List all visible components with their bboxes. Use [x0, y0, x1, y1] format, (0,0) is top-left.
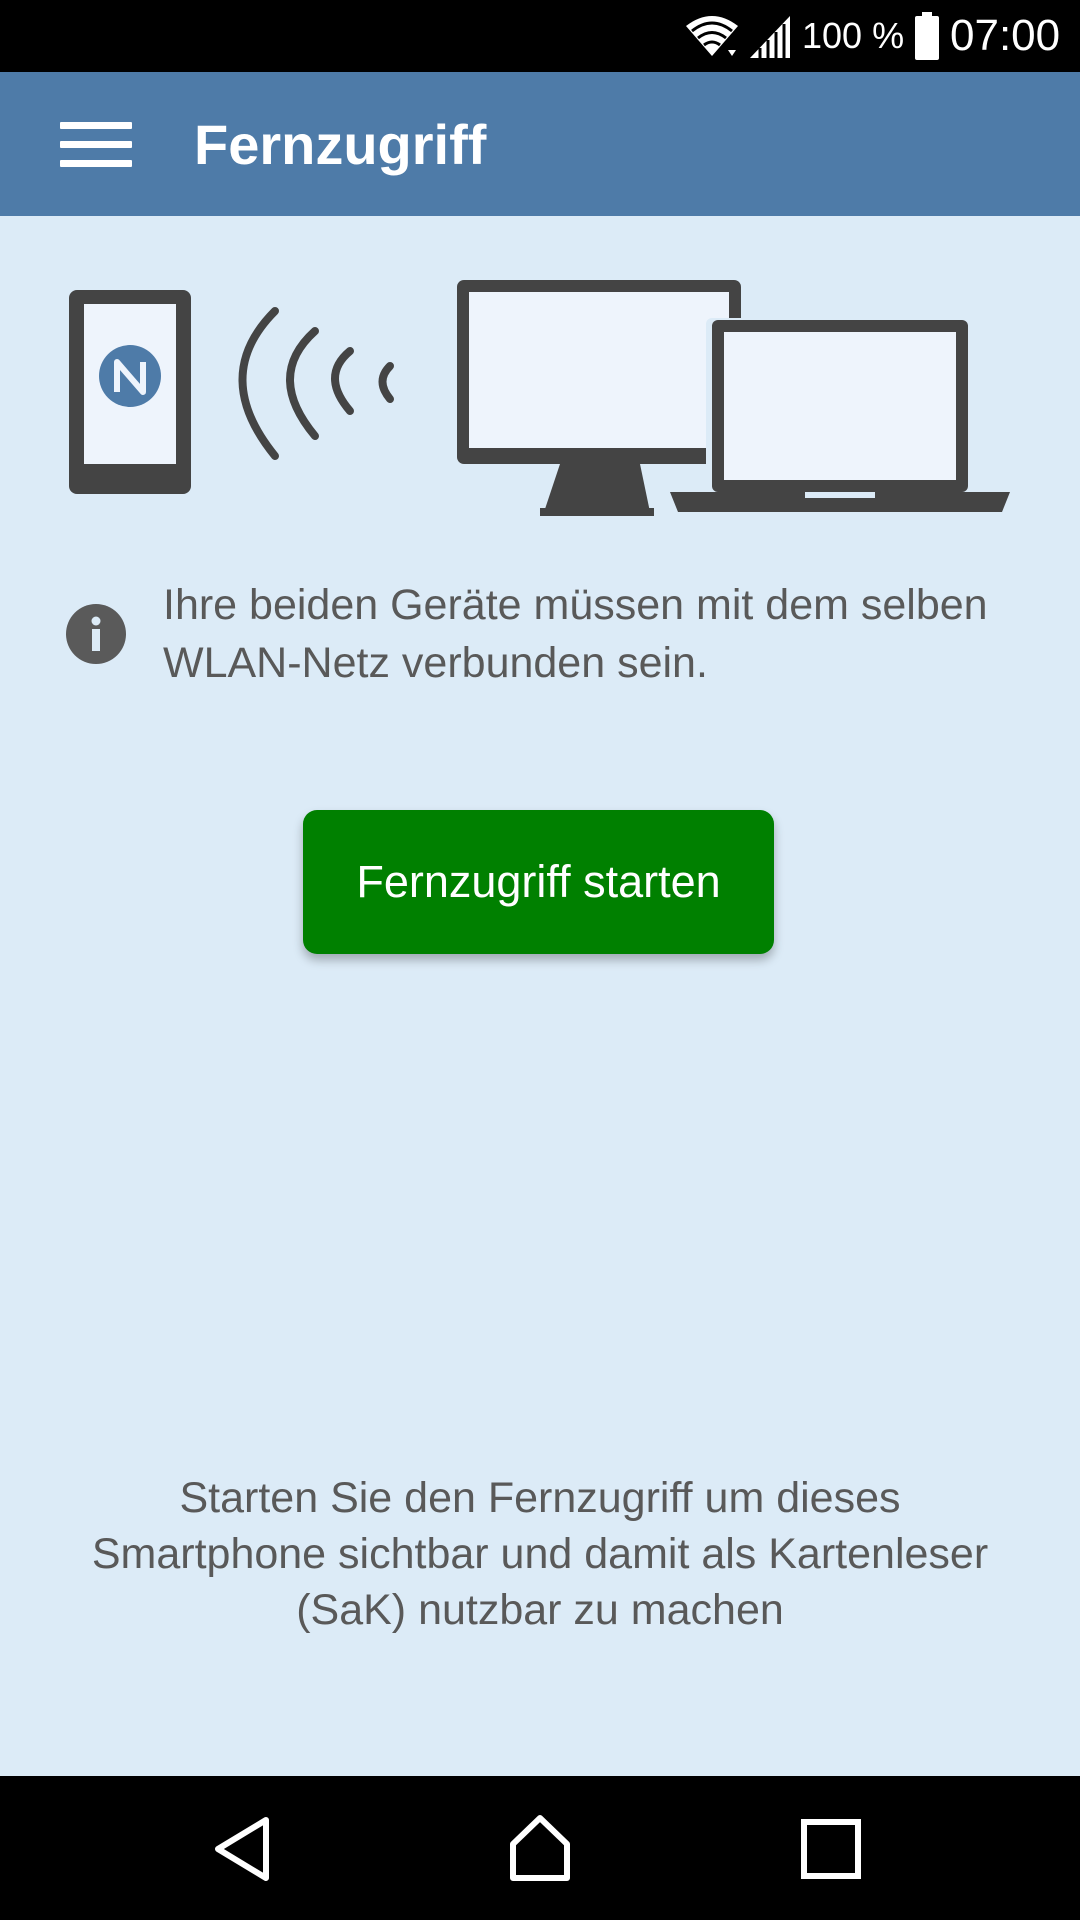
screen: 100 % 07:00 Fernzugriff Ihre beiden Gerä…: [0, 0, 1080, 1920]
battery-percent: 100 %: [802, 15, 905, 56]
back-icon[interactable]: [206, 1814, 276, 1884]
menu-icon[interactable]: [60, 122, 132, 168]
nfc-waves-icon: [238, 307, 394, 460]
home-icon[interactable]: [505, 1814, 575, 1884]
description-text: Starten Sie den Fernzugriff um dieses Sm…: [91, 1474, 989, 1634]
status-bar: 100 % 07:00: [0, 0, 1080, 72]
wifi-icon: [686, 16, 738, 56]
app-bar: Fernzugriff: [0, 72, 1080, 216]
recents-icon[interactable]: [796, 1814, 866, 1884]
info-text: Ihre beiden Geräte müssen mit dem selben…: [163, 581, 988, 687]
battery-icon: [915, 12, 939, 60]
phone-nfc-icon: [69, 290, 191, 494]
illustration: [69, 280, 1010, 516]
clock: 07:00: [950, 11, 1061, 60]
laptop-icon: [670, 318, 1010, 512]
page-title: Fernzugriff: [194, 113, 487, 176]
monitor-icon: [457, 280, 741, 516]
signal-icon: [750, 16, 790, 58]
start-remote-access-button[interactable]: Fernzugriff starten: [303, 810, 774, 954]
info-icon: [66, 604, 126, 664]
navigation-bar: [0, 1776, 1080, 1920]
